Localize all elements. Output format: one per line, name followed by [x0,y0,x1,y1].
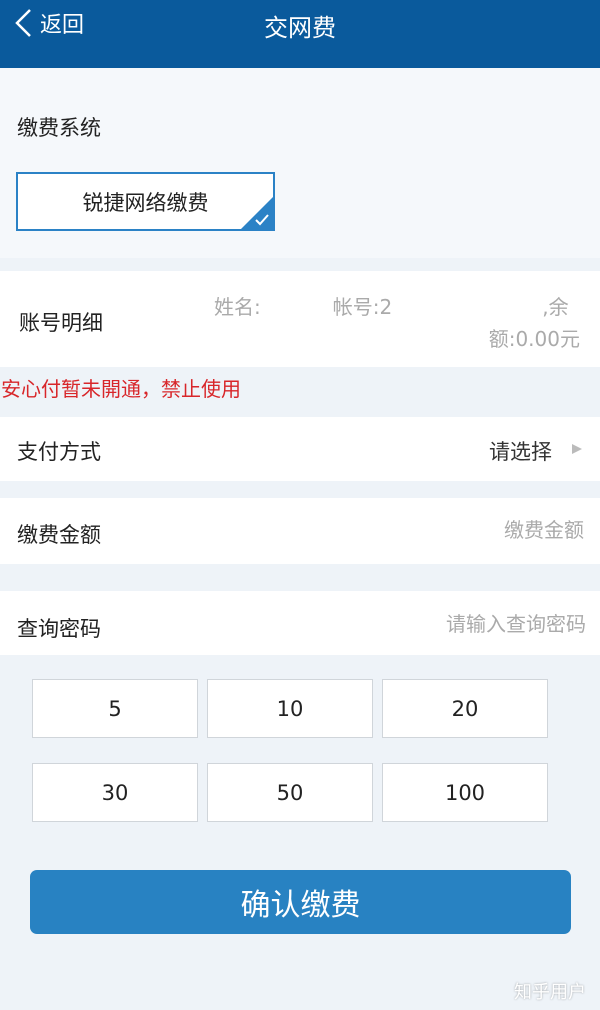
amount-button-10[interactable]: 10 [207,679,373,738]
payment-method-value: 请选择 [489,440,552,464]
payment-method-label: 支付方式 [17,440,101,464]
amount-input[interactable] [354,512,584,548]
password-label: 查询密码 [17,617,101,641]
account-prefix: 帐号:2 [332,295,393,319]
password-input[interactable] [426,606,586,642]
amount-button-5[interactable]: 5 [32,679,198,738]
watermark: 知乎用户 [514,982,586,1003]
balance-suffix: ,余 [542,295,569,319]
amount-button-30[interactable]: 30 [32,763,198,822]
balance-line: 额:0.00元 [488,327,580,351]
payment-system-option-label: 锐捷网络缴费 [82,190,209,215]
amount-button-50[interactable]: 50 [207,763,373,822]
account-info-line: 姓名: 帐号:2 ,余 [214,291,569,320]
amount-button-20[interactable]: 20 [382,679,548,738]
account-details-label: 账号明细 [19,311,103,335]
confirm-payment-button[interactable]: 确认缴费 [30,870,571,934]
top-nav-bar: 返回 交网费 [0,0,600,68]
checkmark-icon [241,197,273,229]
triangle-right-icon [572,444,582,454]
password-row: 查询密码 [0,591,600,655]
amount-row: 缴费金额 [0,498,600,564]
page-title: 交网费 [264,14,336,42]
payment-system-label: 缴费系统 [17,116,101,140]
payment-method-row[interactable]: 支付方式 请选择 [0,417,600,481]
amount-button-100[interactable]: 100 [382,763,548,822]
account-details-row: 账号明细 姓名: 帐号:2 ,余 额:0.00元 [0,271,600,367]
payment-system-option[interactable]: 锐捷网络缴费 [16,172,275,231]
quick-amount-grid: 5 10 20 30 50 100 [32,679,548,823]
amount-label: 缴费金额 [17,523,101,547]
warning-message: 安心付暂未開通，禁止使用 [1,377,241,401]
payment-system-section: 缴费系统 锐捷网络缴费 [0,68,600,258]
name-prefix: 姓名: [214,295,261,319]
